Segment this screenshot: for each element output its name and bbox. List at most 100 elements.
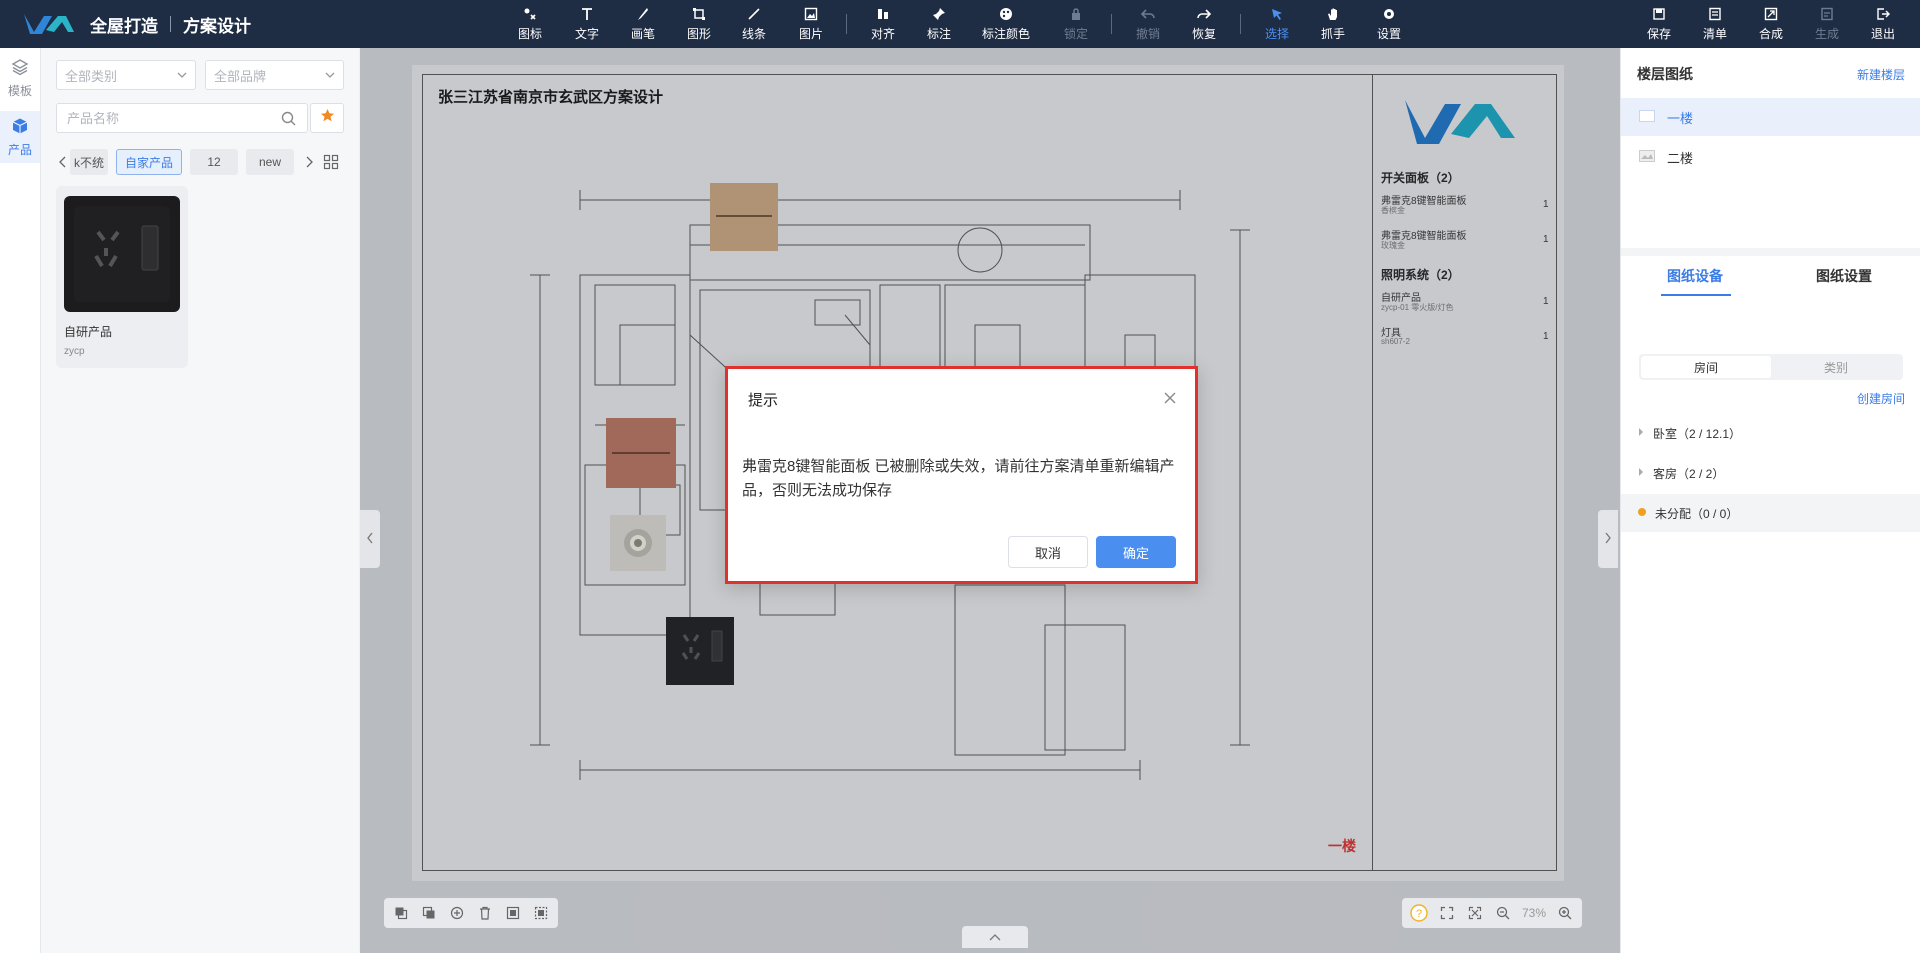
pin-icon — [931, 6, 947, 21]
tool-undo[interactable]: 撤销 — [1136, 6, 1160, 42]
zoom-toolbar: ? 73% — [1402, 898, 1583, 928]
tool-lock[interactable]: 锁定 — [1064, 6, 1088, 42]
filter-chip[interactable]: 12 — [190, 149, 238, 175]
product-search-input[interactable] — [56, 103, 308, 133]
filter-chip[interactable]: k不统 — [70, 149, 108, 175]
chevron-right-icon[interactable] — [304, 155, 314, 173]
brand-select[interactable]: 全部品牌 — [205, 60, 344, 90]
product-thumbnail — [64, 196, 180, 312]
tool-shape[interactable]: 图形 — [687, 6, 711, 42]
grid-icon[interactable] — [323, 154, 339, 175]
toolbar-divider — [846, 14, 847, 34]
search-icon[interactable] — [281, 111, 296, 131]
fit-screen-icon[interactable] — [1438, 904, 1456, 922]
tool-text[interactable]: 文字 — [575, 6, 599, 42]
align-icon — [875, 6, 891, 21]
icons-icon — [522, 6, 538, 21]
segment-rooms[interactable]: 房间 — [1641, 356, 1771, 378]
alert-dialog: 提示 弗雷克8键智能面板 已被删除或失效，请前往方案清单重新编辑产品，否则无法成… — [725, 366, 1198, 584]
add-layer-icon[interactable] — [448, 904, 466, 922]
floor-item-1[interactable]: 一楼 — [1621, 98, 1920, 136]
tool-redo[interactable]: 恢复 — [1192, 6, 1216, 42]
chevron-down-icon — [177, 68, 187, 83]
save-button[interactable]: 保存 — [1647, 6, 1671, 42]
product-code: zycp — [64, 346, 85, 357]
create-room-link[interactable]: 创建房间 — [1857, 390, 1905, 407]
svg-text:?: ? — [1416, 908, 1422, 920]
expand-bottom-panel[interactable] — [962, 926, 1028, 948]
exit-button[interactable]: 退出 — [1871, 6, 1895, 42]
collapse-left-panel[interactable] — [360, 510, 380, 568]
merge-button[interactable]: 合成 — [1759, 6, 1783, 42]
duplicate-icon[interactable] — [420, 904, 438, 922]
exit-icon — [1875, 6, 1891, 21]
room-row-unassigned[interactable]: 未分配（0 / 0） — [1621, 494, 1920, 532]
hand-icon — [1325, 6, 1341, 21]
generate-button[interactable]: 生成 — [1815, 6, 1839, 42]
layers-icon — [11, 58, 29, 79]
send-back-icon[interactable] — [532, 904, 550, 922]
rail-item-products[interactable]: 产品 — [0, 111, 40, 163]
chevron-up-icon — [989, 930, 1001, 944]
palette-icon — [998, 6, 1014, 21]
rail-item-templates[interactable]: 模板 — [0, 52, 40, 104]
tab-drawing-devices[interactable]: 图纸设备 — [1667, 266, 1723, 286]
zoom-level: 73% — [1522, 906, 1547, 920]
star-icon — [320, 108, 335, 128]
floor-item-2[interactable]: 二楼 — [1621, 138, 1920, 176]
list-icon — [1707, 6, 1723, 21]
tool-annotate-color[interactable]: 标注颜色 — [982, 6, 1030, 42]
warning-dot-icon — [1637, 506, 1647, 520]
zoom-out-icon[interactable] — [1494, 904, 1512, 922]
floors-title: 楼层图纸 — [1637, 66, 1693, 82]
left-rail: 模板 产品 — [0, 48, 41, 953]
favorites-button[interactable] — [310, 103, 344, 133]
tool-icons[interactable]: 图标 — [518, 6, 542, 42]
save-icon — [1651, 6, 1667, 21]
filter-chip[interactable]: new — [246, 149, 294, 175]
list-button[interactable]: 清单 — [1703, 6, 1727, 42]
tool-image[interactable]: 图片 — [799, 6, 823, 42]
product-card[interactable]: 自研产品 zycp — [56, 186, 188, 368]
brand: 全屋打造 方案设计 — [22, 8, 251, 40]
tab-drawing-settings[interactable]: 图纸设置 — [1816, 266, 1872, 286]
tool-annotate[interactable]: 标注 — [927, 6, 951, 42]
delete-icon[interactable] — [476, 904, 494, 922]
room-row-guest[interactable]: 客房（2 / 2） — [1621, 454, 1920, 492]
toolbar-divider — [1240, 14, 1241, 34]
brush-icon — [635, 6, 651, 21]
tool-select[interactable]: 选择 — [1265, 6, 1289, 42]
tool-settings[interactable]: 设置 — [1377, 6, 1401, 42]
zoom-in-icon[interactable] — [1556, 904, 1574, 922]
close-icon[interactable] — [1161, 389, 1179, 407]
merge-icon — [1763, 6, 1779, 21]
fullscreen-icon[interactable] — [1466, 904, 1484, 922]
chevron-left-icon[interactable] — [58, 155, 68, 173]
bring-front-icon[interactable] — [504, 904, 522, 922]
chevron-left-icon — [366, 531, 374, 547]
section-title: 方案设计 — [183, 16, 251, 36]
filter-chip-own-products[interactable]: 自家产品 — [116, 149, 182, 175]
cancel-button[interactable]: 取消 — [1008, 536, 1088, 568]
toolbar-divider — [1111, 14, 1112, 34]
tool-align[interactable]: 对齐 — [871, 6, 895, 42]
tool-hand[interactable]: 抓手 — [1321, 6, 1345, 42]
right-tabs: 图纸设备 图纸设置 — [1621, 258, 1920, 298]
top-bar: 全屋打造 方案设计 图标 文字 画笔 图形 线条 图片 对齐 标注 标注颜色 锁… — [0, 0, 1920, 48]
canvas-bottom-toolbar — [384, 898, 558, 928]
tool-line[interactable]: 线条 — [742, 6, 766, 42]
brand-divider — [170, 16, 171, 32]
tool-brush[interactable]: 画笔 — [631, 6, 655, 42]
category-select[interactable]: 全部类别 — [56, 60, 196, 90]
app-name: 全屋打造 — [90, 16, 158, 36]
room-row-bedroom[interactable]: 卧室（2 / 12.1） — [1621, 414, 1920, 452]
collapse-right-panel[interactable] — [1598, 510, 1618, 568]
help-icon[interactable]: ? — [1410, 904, 1428, 922]
new-floor-link[interactable]: 新建楼层 — [1857, 66, 1905, 83]
segment-categories[interactable]: 类别 — [1771, 356, 1901, 378]
socket-icon — [74, 206, 170, 302]
text-icon — [579, 6, 595, 21]
confirm-button[interactable]: 确定 — [1096, 536, 1176, 568]
pointer-icon — [1269, 6, 1285, 21]
copy-icon[interactable] — [392, 904, 410, 922]
